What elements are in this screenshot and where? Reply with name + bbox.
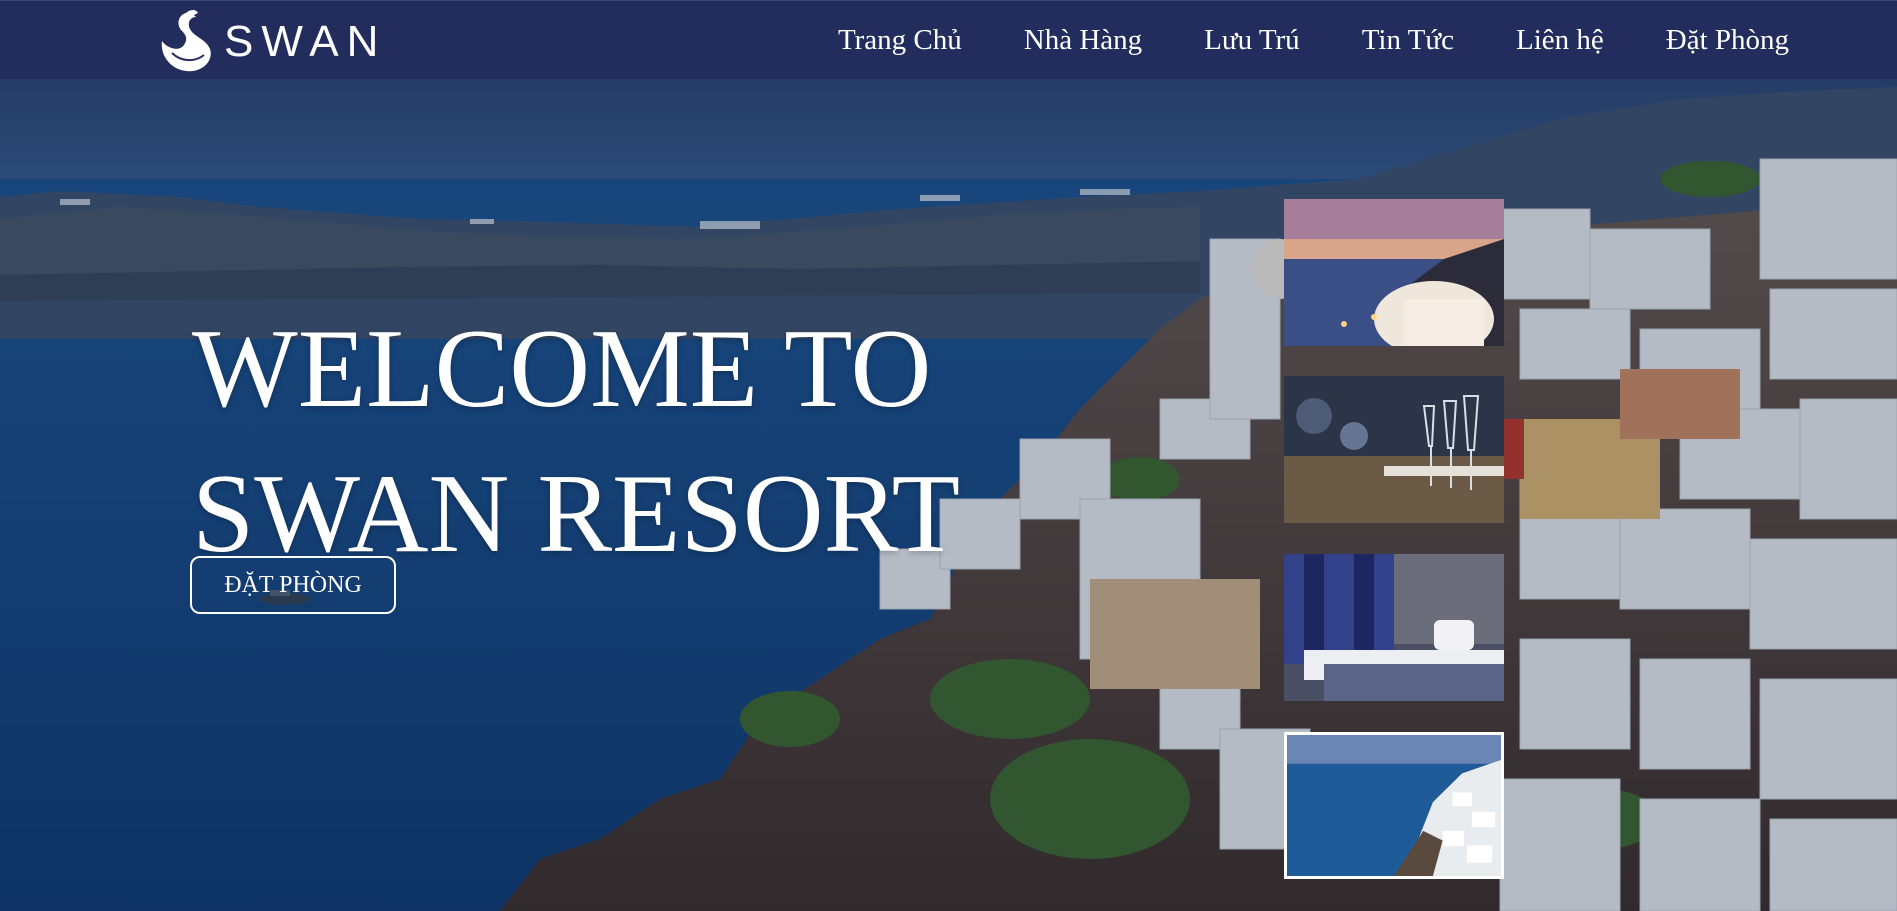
site-header: SWAN Trang Chủ Nhà Hàng Lưu Trú Tin Tức … <box>0 0 1897 79</box>
gallery-thumbnail-sea-view[interactable] <box>1284 732 1504 879</box>
restaurant-glasses-photo <box>1284 376 1504 523</box>
sea-view-photo <box>1287 735 1501 876</box>
hero-title: WELCOME TO SWAN RESORT <box>192 297 1092 587</box>
sunset-terrace-photo <box>1284 199 1504 346</box>
gallery-thumbnail-sunset-terrace[interactable] <box>1284 199 1504 346</box>
main-nav: Trang Chủ Nhà Hàng Lưu Trú Tin Tức Liên … <box>838 1 1789 80</box>
nav-item-accommodation[interactable]: Lưu Trú <box>1204 24 1300 57</box>
hero-section: WELCOME TO SWAN RESORT ĐẶT PHÒNG <box>0 79 1897 911</box>
logo-link[interactable]: SWAN <box>156 7 386 77</box>
swan-icon <box>161 10 211 72</box>
book-room-button[interactable]: ĐẶT PHÒNG <box>190 556 396 614</box>
nav-item-news[interactable]: Tin Tức <box>1362 24 1454 57</box>
nav-item-home[interactable]: Trang Chủ <box>838 24 962 57</box>
nav-item-restaurant[interactable]: Nhà Hàng <box>1024 24 1142 57</box>
nav-item-contact[interactable]: Liên hệ <box>1516 24 1604 57</box>
gallery-thumbnail-bedroom[interactable] <box>1284 554 1504 701</box>
hotel-bedroom-photo <box>1284 554 1504 701</box>
gallery-thumbnail-restaurant[interactable] <box>1284 376 1504 523</box>
brand-name: SWAN <box>224 17 387 66</box>
hero-title-line-1: WELCOME TO <box>192 307 932 431</box>
nav-item-booking[interactable]: Đặt Phòng <box>1666 24 1789 57</box>
